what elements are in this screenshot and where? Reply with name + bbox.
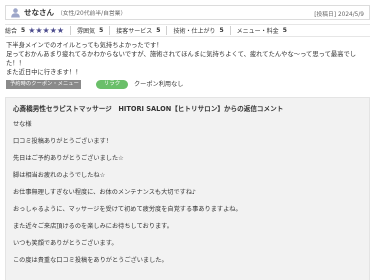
review-body: 下半身メインでのオイルとっても気持ちよかったです！ 足っておかんあまり疲れてるか… [6, 41, 368, 77]
divider [166, 26, 168, 35]
reply-line: また近々ご来店頂けるのを楽しみにお待ちしております。 [13, 223, 173, 230]
rating-technique: 技術・仕上がり 5 [173, 26, 223, 35]
rating-atmosphere: 雰囲気 5 [77, 26, 103, 35]
divider [70, 26, 72, 35]
rating-value: 5 [156, 27, 161, 34]
reply-line: 先日はご予約ありがとうございました☆ [13, 155, 124, 162]
reply-line: 口コミ投稿ありがとうございます！ [13, 138, 112, 145]
rating-label: メニュー・料金 [236, 28, 279, 35]
reply-title: 心斎橋男性セラピストマッサージ HITORI SALON【ヒトリサロン】からの返… [13, 105, 284, 113]
divider [229, 26, 231, 35]
rating-value: 5 [282, 27, 287, 34]
reviewer-name[interactable]: せなさん [24, 7, 54, 18]
review-line: また近日中に行きます！！ [6, 69, 82, 76]
rating-value: 5 [99, 27, 104, 34]
reply-line: いつも笑顔でありがとうございます。 [13, 240, 118, 247]
divider [109, 26, 111, 35]
post-date: [投稿日] 2024/5/9 [314, 12, 364, 18]
rating-label: 総合 [5, 28, 18, 35]
rating-service: 接客サービス 5 [116, 26, 160, 35]
reply-line: この度は貴重な口コミ投稿をありがとうございました。 [13, 257, 168, 264]
review-line: 下半身メインでのオイルとっても気持ちよかったです！ [6, 42, 163, 49]
star-rating-icon: ★★★★★ [28, 26, 65, 35]
reply-line: お仕事無理しすぎない程度に、お体のメンテナンスも大切ですね♪ [13, 189, 196, 196]
rating-label: 接客サービス [116, 28, 153, 35]
rating-value: 5 [219, 27, 224, 34]
coupon-menu-label: 予約時のクーポン・メニュー [6, 80, 81, 89]
reply-line: せな様 [13, 121, 32, 128]
coupon-tags: 予約時のクーポン・メニュー リラク クーポン利用なし [6, 80, 368, 90]
reply-line: 脚は相当お疲れのようでしたね☆ [13, 172, 106, 179]
ratings-bar: 総合 5 ★★★★★ 雰囲気 5 接客サービス 5 技術・仕上がり 5 メニュー… [5, 24, 370, 37]
reviewer-meta: （女性/20代前半/自営業） [57, 11, 127, 17]
relax-category-badge: リラク [96, 80, 128, 89]
rating-value: 5 [21, 27, 26, 34]
reply-line: おっしゃるように、マッサージを受けて初めて疲労度を自覚する事ありますよね。 [13, 206, 242, 213]
review-line: 足っておかんあまり疲れてるかわからないですが、施術されてほんまに気持ちよくて、疲… [6, 51, 357, 67]
rating-menu-price: メニュー・料金 5 [237, 26, 287, 35]
rating-label: 雰囲気 [77, 28, 96, 35]
user-avatar-icon [9, 7, 21, 19]
review-header: せなさん （女性/20代前半/自営業） [投稿日] 2024/5/9 [5, 5, 370, 20]
rating-label: 技術・仕上がり [173, 28, 216, 35]
rating-overall: 総合 5 ★★★★★ [5, 26, 64, 35]
salon-reply: 心斎橋男性セラピストマッサージ HITORI SALON【ヒトリサロン】からの返… [5, 97, 370, 280]
coupon-usage-value: クーポン利用なし [134, 81, 184, 88]
